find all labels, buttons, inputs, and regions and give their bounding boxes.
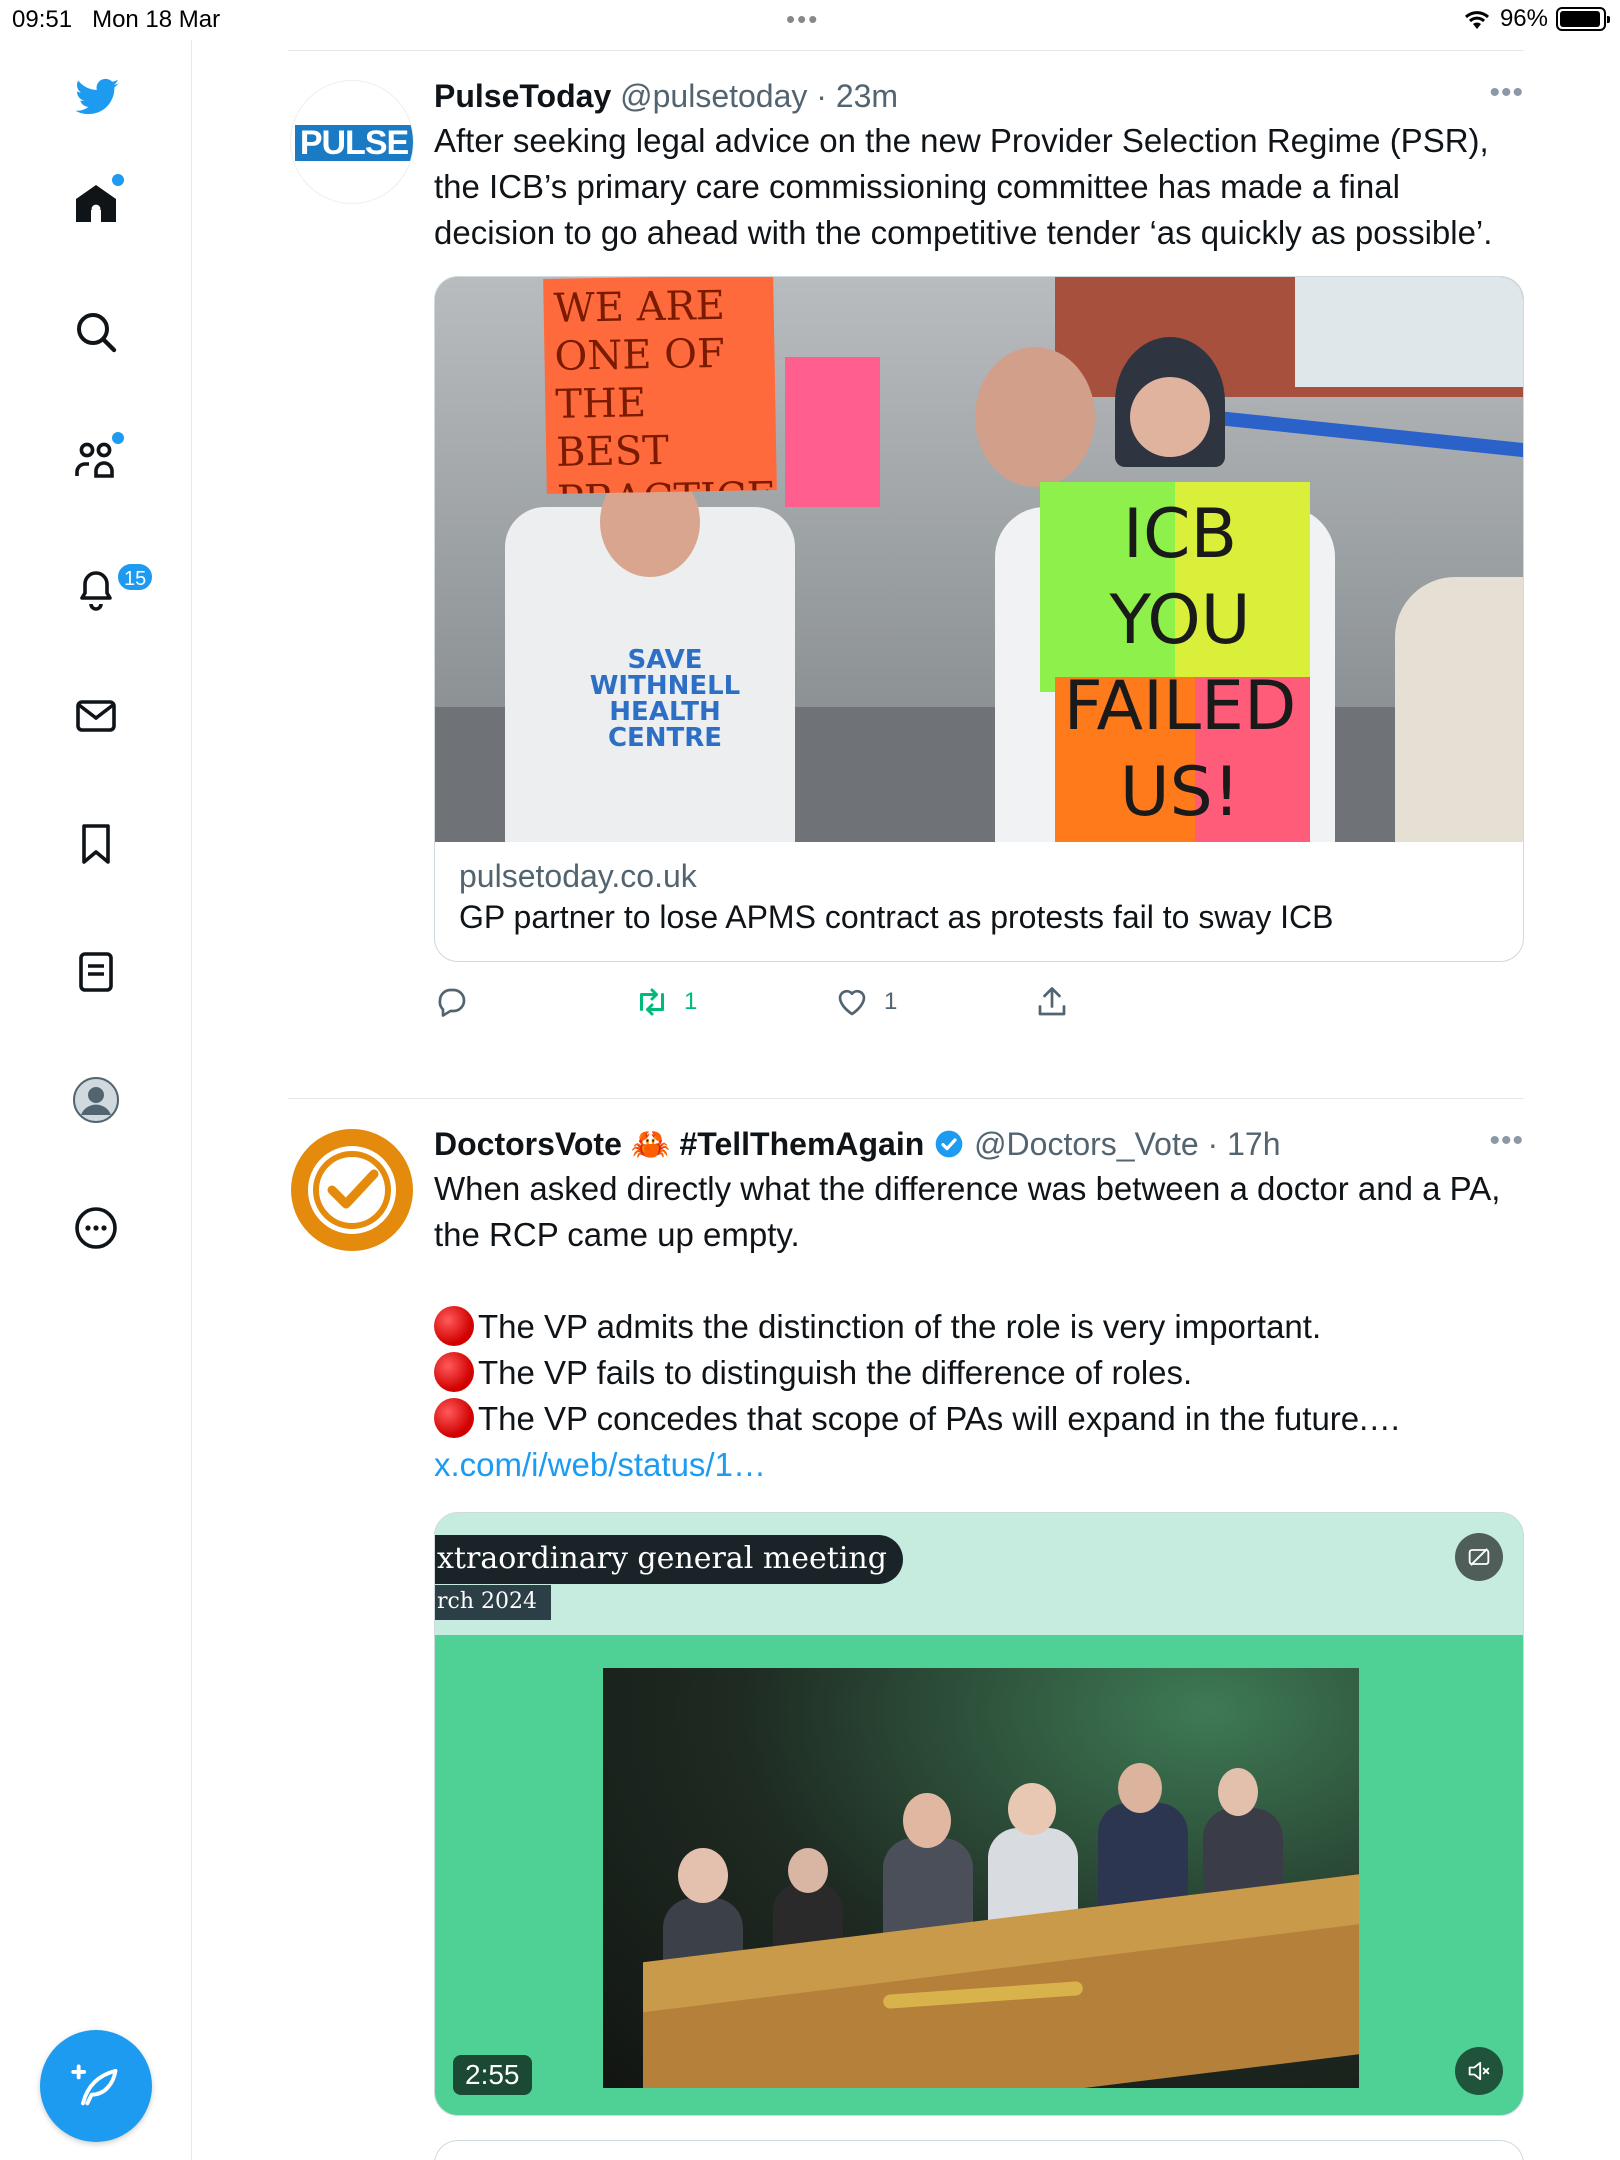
video-frame	[603, 1668, 1359, 2088]
captions-off-icon	[1468, 1548, 1490, 1566]
bullet-item: The VP admits the distinction of the rol…	[434, 1304, 1524, 1350]
next-card-edge	[434, 2140, 1524, 2160]
bullet-item: The VP fails to distinguish the differen…	[434, 1350, 1524, 1396]
reply-icon	[438, 988, 466, 1017]
nav-more[interactable]	[60, 1192, 132, 1264]
protest-sign-icb: ICB YOU FAILED US!	[1063, 495, 1297, 832]
nav-home[interactable]	[60, 168, 132, 240]
tweet-intro: When asked directly what the difference …	[434, 1170, 1501, 1253]
compose-quill-icon	[71, 2064, 118, 2106]
video-title-banner: xtraordinary general meeting	[435, 1535, 903, 1584]
display-name[interactable]: PulseToday	[434, 78, 611, 114]
avatar[interactable]: PULSE	[290, 80, 414, 204]
retweet-icon	[640, 988, 664, 1016]
nav-lists[interactable]	[60, 936, 132, 1008]
share-button[interactable]	[1034, 984, 1234, 1020]
compose-tweet-button[interactable]	[40, 2030, 152, 2142]
card-image: SAVE WITHNELL HEALTH CENTRE WE ARE ONE O…	[435, 277, 1523, 842]
video-subtitle-banner: rch 2024	[435, 1585, 551, 1620]
tweet-actions: 1 1	[434, 970, 1524, 1034]
tweet-doctorsvote[interactable]: DoctorsVote 🦀 #TellThemAgain @Doctors_Vo…	[288, 1124, 1524, 2160]
like-count: 1	[884, 988, 898, 1015]
nav-notifications[interactable]: 15	[60, 552, 155, 624]
nav-search[interactable]	[60, 296, 132, 368]
more-options-icon[interactable]: •••	[1489, 1124, 1524, 1158]
status-time: 09:51 Mon 18 Mar	[12, 6, 221, 33]
status-bar: 09:51 Mon 18 Mar ••• 96%	[0, 0, 1620, 40]
tweet-link[interactable]: x.com/i/web/status/1…	[434, 1442, 1524, 1488]
reply-button[interactable]	[434, 984, 634, 1020]
like-button[interactable]: 1	[834, 984, 1034, 1020]
handle[interactable]: @Doctors_Vote	[974, 1126, 1199, 1162]
bell-icon	[80, 571, 112, 611]
avatar[interactable]	[290, 1128, 414, 1252]
tweet-header: PulseToday @pulsetoday · 23m	[434, 78, 899, 114]
mute-button[interactable]	[1455, 2047, 1503, 2095]
mail-icon	[76, 700, 116, 732]
display-name[interactable]: DoctorsVote 🦀 #TellThemAgain	[434, 1126, 924, 1162]
pulse-logo: PULSE	[295, 125, 413, 161]
retweet-count: 1	[684, 988, 698, 1015]
shirt-text: SAVE WITHNELL HEALTH CENTRE	[589, 645, 741, 753]
wifi-icon	[1464, 11, 1489, 29]
notifications-badge: 15	[116, 562, 155, 592]
communities-unread-dot	[112, 432, 124, 444]
red-circle-icon	[434, 1306, 474, 1346]
verified-badge-icon	[935, 1130, 963, 1158]
tweet-text: When asked directly what the difference …	[434, 1166, 1524, 1488]
video-player[interactable]: xtraordinary general meeting rch 2024 2:…	[434, 1512, 1524, 2116]
nav-bookmarks[interactable]	[60, 808, 132, 880]
protest-sign-best: WE ARE ONE OF THE BEST PRACTICES	[543, 277, 777, 494]
handle[interactable]: @pulsetoday	[620, 78, 807, 114]
home-icon	[76, 185, 116, 222]
tweet-header: DoctorsVote 🦀 #TellThemAgain @Doctors_Vo…	[434, 1126, 1281, 1162]
video-duration: 2:55	[453, 2055, 532, 2095]
tweet-text: After seeking legal advice on the new Pr…	[434, 122, 1493, 251]
red-circle-icon	[434, 1398, 474, 1438]
more-options-icon[interactable]: •••	[1489, 76, 1524, 110]
timestamp[interactable]: 23m	[836, 78, 898, 114]
feed-divider	[288, 1098, 1524, 1099]
nav-messages[interactable]	[60, 680, 132, 752]
sidebar: 15	[0, 40, 192, 2160]
video-settings-button[interactable]	[1455, 1533, 1503, 1581]
speaker-muted-icon	[1468, 2061, 1490, 2081]
tweet-pulsetoday[interactable]: PULSE PulseToday @pulsetoday · 23m ••• A…	[288, 76, 1524, 1100]
retweet-button[interactable]: 1	[634, 984, 834, 1020]
battery-percent: 96%	[1499, 5, 1548, 32]
red-circle-icon	[434, 1352, 474, 1392]
list-icon	[79, 952, 113, 992]
doctorsvote-avatar-icon	[291, 1129, 413, 1251]
bullet-item: The VP concedes that scope of PAs will e…	[434, 1396, 1524, 1442]
feed-divider	[288, 50, 1524, 51]
status-right: 96%	[1462, 5, 1610, 33]
multitasking-dots-icon[interactable]: •••	[786, 4, 819, 35]
battery-icon	[1556, 7, 1610, 31]
profile-avatar-icon	[73, 1077, 119, 1123]
timestamp[interactable]: 17h	[1227, 1126, 1280, 1162]
card-domain: pulsetoday.co.uk	[459, 858, 697, 894]
bookmark-icon	[82, 824, 110, 864]
link-card[interactable]: SAVE WITHNELL HEALTH CENTRE WE ARE ONE O…	[434, 276, 1524, 962]
home-unread-dot	[112, 174, 124, 186]
search-icon	[77, 313, 117, 353]
communities-icon	[75, 442, 114, 478]
card-title: GP partner to lose APMS contract as prot…	[459, 899, 1334, 935]
more-circle-icon	[75, 1207, 117, 1249]
share-icon	[1038, 987, 1066, 1016]
nav-communities[interactable]	[60, 424, 132, 496]
twitter-logo-icon[interactable]	[60, 60, 132, 132]
nav-profile[interactable]	[60, 1064, 132, 1136]
heart-icon	[838, 989, 866, 1016]
